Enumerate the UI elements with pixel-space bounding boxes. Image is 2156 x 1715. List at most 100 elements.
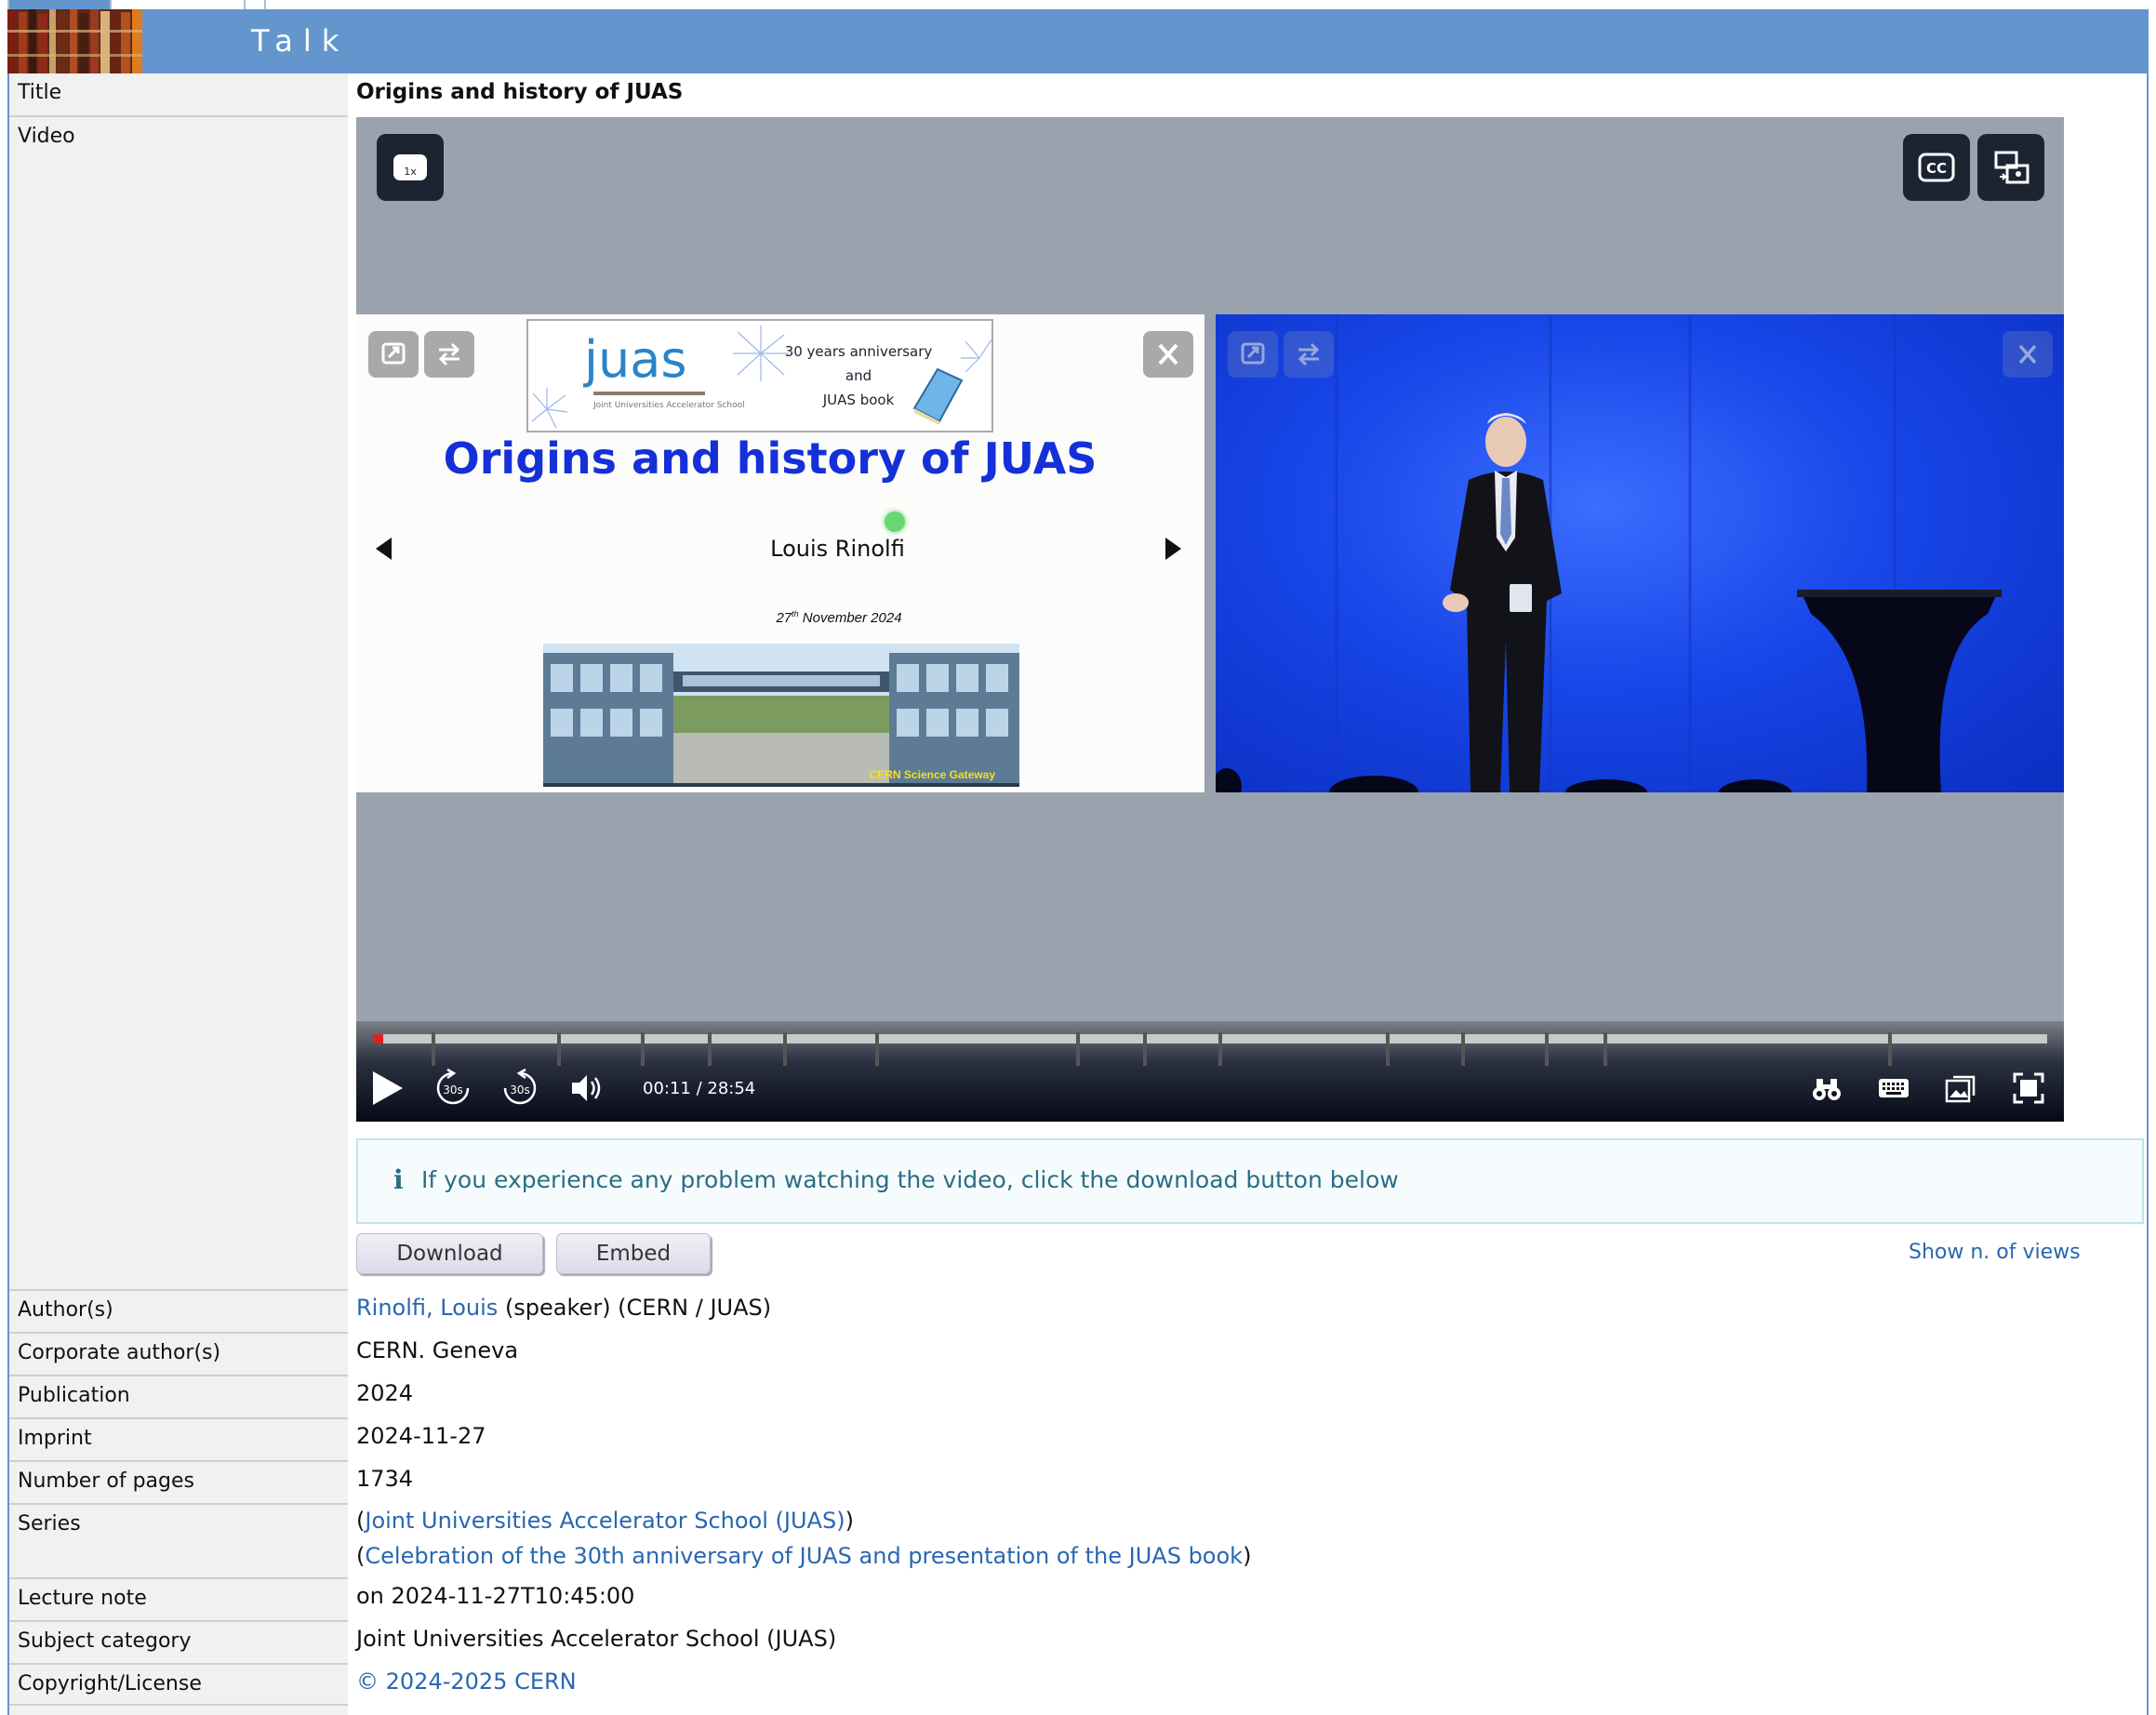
pointer-dot: [885, 512, 905, 532]
volume-button[interactable]: [568, 1070, 606, 1110]
author-role: (speaker) (CERN / JUAS): [504, 1295, 772, 1321]
anniversary-line: 30 years anniversary: [784, 343, 933, 360]
skip-back-button[interactable]: 30s: [433, 1068, 473, 1112]
play-button[interactable]: [367, 1068, 406, 1112]
chapter-tick[interactable]: [708, 1032, 712, 1066]
juas-subtitle: Joint Universities Accelerator School: [593, 401, 745, 410]
pane-close-button[interactable]: [2003, 331, 2053, 378]
chapter-tick[interactable]: [1888, 1032, 1892, 1066]
binoculars-icon: [1813, 1079, 1841, 1100]
frame-border: [2147, 73, 2149, 1715]
imprint-label: Imprint: [9, 1417, 348, 1460]
progress-fill: [373, 1034, 383, 1044]
tab-segment: [110, 0, 242, 9]
search-button[interactable]: [1810, 1071, 1843, 1109]
camera-pane[interactable]: [1216, 314, 2064, 792]
tab-segment: [264, 0, 313, 9]
building-photo: [543, 644, 1019, 787]
video-label: Video: [9, 115, 348, 153]
tab-segment: [244, 0, 264, 9]
pane-maximize-button[interactable]: [368, 331, 419, 378]
fullscreen-button[interactable]: [2012, 1071, 2045, 1109]
series-link-juas[interactable]: Joint Universities Accelerator School (J…: [365, 1508, 845, 1534]
rewind-30-icon: 30s: [436, 1068, 470, 1105]
pane-maximize-button[interactable]: [1228, 331, 1278, 378]
speed-icon: 1x: [393, 154, 427, 180]
layout-switch-button[interactable]: [1977, 134, 2044, 201]
authors-value: Rinolfi, Louis (speaker) (CERN / JUAS): [356, 1295, 771, 1321]
maximize-icon: [381, 342, 406, 365]
juas-logo-text: juas: [584, 330, 687, 389]
date-suffix: th: [792, 609, 799, 618]
progress-bar[interactable]: [373, 1032, 2047, 1066]
title-label: Title: [18, 81, 62, 104]
record-title: Origins and history of JUAS: [356, 80, 684, 104]
chapter-tick[interactable]: [641, 1032, 645, 1066]
corporate-author-value: CERN. Geneva: [356, 1337, 519, 1363]
chapter-tick[interactable]: [557, 1032, 561, 1066]
swap-icon: [438, 342, 460, 366]
volume-icon: [572, 1075, 601, 1101]
pane-swap-button[interactable]: [1284, 331, 1334, 378]
close-icon: [1158, 343, 1178, 366]
chapter-tick[interactable]: [1218, 1032, 1222, 1066]
slide-photo: CERN Science Gateway: [543, 644, 1019, 787]
pane-swap-button[interactable]: [424, 331, 474, 378]
pages-value: 1734: [356, 1466, 414, 1492]
show-views-link[interactable]: Show n. of views: [1909, 1241, 2081, 1264]
chapter-tick[interactable]: [1076, 1032, 1080, 1066]
view-mode-button[interactable]: [1944, 1071, 1979, 1109]
svg-text:1x: 1x: [404, 166, 417, 178]
notice-text: If you experience any problem watching t…: [421, 1166, 1399, 1193]
corporate-author-label: Corporate author(s): [9, 1332, 348, 1375]
play-icon: [373, 1071, 403, 1105]
pane-close-button[interactable]: [1143, 331, 1193, 378]
chapter-tick[interactable]: [1386, 1032, 1390, 1066]
book-icon: [912, 367, 964, 425]
time-display: 00:11 / 28:54: [643, 1079, 756, 1098]
svg-text:CC: CC: [1926, 160, 1947, 177]
subject-category-value: Joint Universities Accelerator School (J…: [356, 1626, 837, 1652]
author-link[interactable]: Rinolfi, Louis: [356, 1295, 498, 1321]
keyboard-shortcuts-button[interactable]: [1877, 1073, 1910, 1107]
video-player[interactable]: 1x CC juas Joint Universities Accelerato…: [356, 117, 2064, 1122]
chapter-tick[interactable]: [1143, 1032, 1147, 1066]
close-icon: [2018, 344, 2037, 365]
fullscreen-icon: [2013, 1072, 2044, 1104]
chapter-tick[interactable]: [875, 1032, 879, 1066]
chapter-tick[interactable]: [783, 1032, 787, 1066]
keyboard-icon: [1879, 1079, 1909, 1097]
page-title: Talk: [251, 23, 350, 59]
copyright-label: Copyright/License: [9, 1663, 348, 1706]
gallery-icon: [1945, 1075, 1976, 1103]
skip-forward-button[interactable]: 30s: [499, 1068, 540, 1112]
embed-button[interactable]: Embed: [556, 1233, 711, 1274]
svg-text:30s: 30s: [443, 1084, 463, 1097]
forward-30-icon: 30s: [503, 1068, 537, 1105]
logo-underline: [593, 392, 705, 395]
captions-button[interactable]: CC: [1903, 134, 1970, 201]
chapter-tick[interactable]: [432, 1032, 435, 1066]
copyright-link[interactable]: © 2024-2025 CERN: [356, 1668, 577, 1695]
paren: (: [356, 1543, 366, 1569]
paren: (: [356, 1508, 366, 1534]
video-controls: 30s 30s 00:11 / 28:54: [356, 1021, 2064, 1122]
captions-icon: CC: [1918, 153, 1955, 182]
chapter-tick[interactable]: [1604, 1032, 1607, 1066]
lecture-note-value: on 2024-11-27T10:45:00: [356, 1583, 635, 1609]
download-button[interactable]: Download: [356, 1233, 543, 1274]
slides-pane[interactable]: juas Joint Universities Accelerator Scho…: [356, 314, 1204, 792]
speaker-camera-image: [1216, 314, 2002, 792]
date-rest: November 2024: [798, 610, 902, 626]
chapter-tick[interactable]: [1461, 1032, 1465, 1066]
paren: ): [845, 1508, 854, 1534]
tab-segment: [7, 0, 110, 9]
playback-speed-button[interactable]: 1x: [377, 134, 444, 201]
series-value-1: (Joint Universities Accelerator School (…: [356, 1508, 854, 1534]
svg-text:30s: 30s: [510, 1084, 530, 1097]
chapter-tick[interactable]: [1545, 1032, 1549, 1066]
series-link-anniversary[interactable]: Celebration of the 30th anniversary of J…: [365, 1543, 1243, 1569]
subject-category-label: Subject category: [9, 1620, 348, 1663]
publication-label: Publication: [9, 1375, 348, 1417]
series-label: Series: [9, 1503, 348, 1577]
